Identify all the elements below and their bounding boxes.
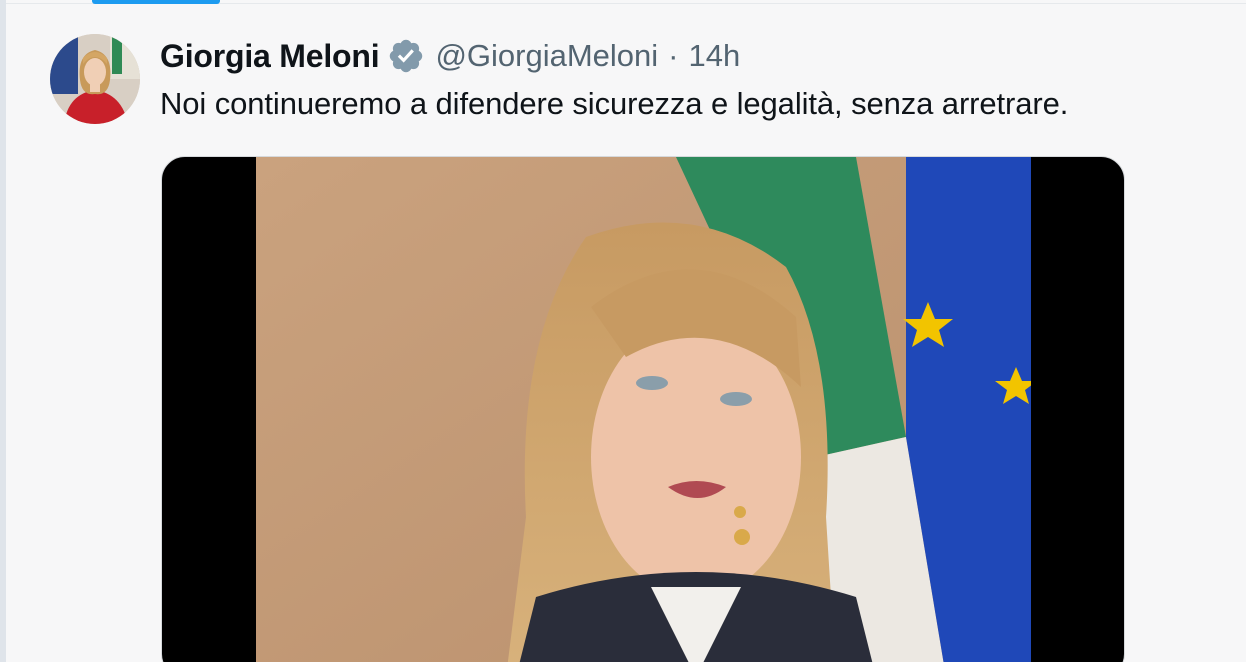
video-thumbnail xyxy=(256,157,1031,662)
avatar-image xyxy=(50,34,140,124)
tweet-header: Giorgia Meloni @GiorgiaMeloni · 14h xyxy=(160,34,740,78)
video-player[interactable] xyxy=(161,156,1125,662)
author-handle[interactable]: @GiorgiaMeloni xyxy=(435,38,658,74)
tweet-page: Giorgia Meloni @GiorgiaMeloni · 14h Noi … xyxy=(0,0,1246,662)
separator: · xyxy=(668,38,679,73)
tweet[interactable]: Giorgia Meloni @GiorgiaMeloni · 14h Noi … xyxy=(6,4,1246,662)
avatar[interactable] xyxy=(50,34,140,124)
author-name[interactable]: Giorgia Meloni xyxy=(160,38,380,75)
verified-badge-icon xyxy=(387,37,425,75)
timestamp[interactable]: 14h xyxy=(689,38,741,74)
tweet-text: Noi continueremo a difendere sicurezza e… xyxy=(160,86,1069,121)
